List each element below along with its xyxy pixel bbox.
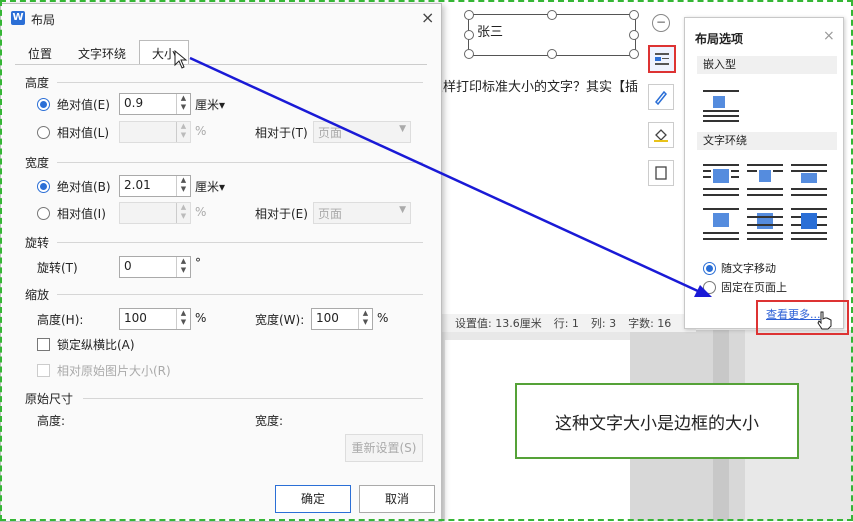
screenshot-frame bbox=[0, 0, 853, 521]
